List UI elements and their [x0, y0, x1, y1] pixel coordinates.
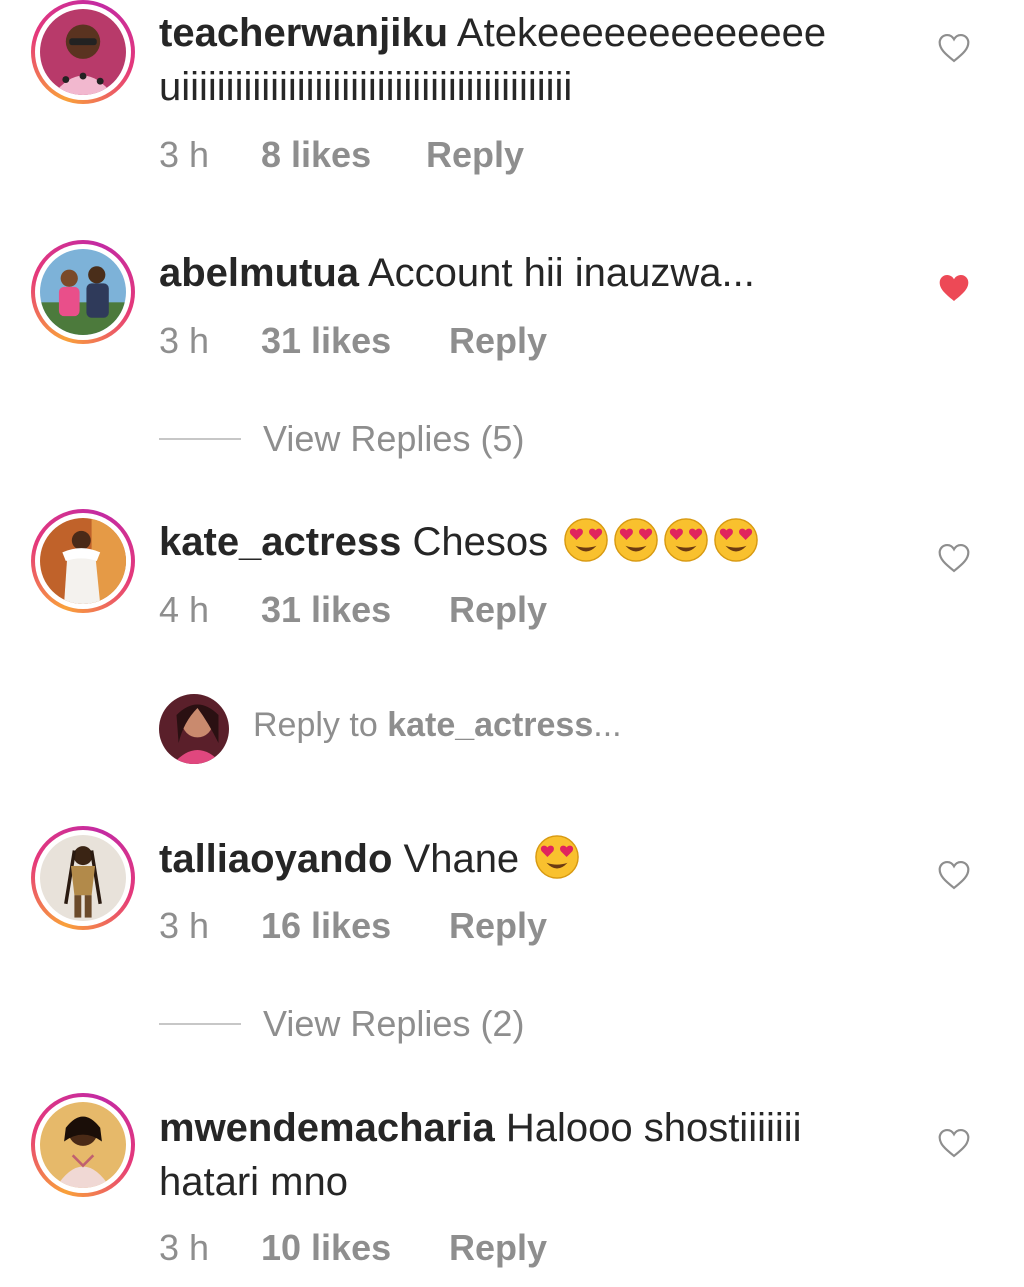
- comment-body: abelmutua Account hii inauzwa...: [159, 246, 899, 300]
- divider-line: [159, 1023, 241, 1025]
- likes-count[interactable]: 31 likes: [261, 588, 391, 632]
- heart-outline-icon[interactable]: [937, 860, 971, 890]
- heart-eyes-emoji: [713, 517, 759, 563]
- reply-button[interactable]: Reply: [426, 133, 524, 177]
- comment-time: 3 h: [159, 905, 210, 946]
- comment-text: Chesos: [412, 520, 549, 564]
- comment-time: 3 h: [159, 134, 210, 175]
- heart-eyes-emoji: [613, 517, 659, 563]
- heart-eyes-emoji: [663, 517, 709, 563]
- heart-eyes-emoji: [563, 517, 609, 563]
- profile-photo: [40, 518, 126, 604]
- heart-outline-icon[interactable]: [937, 543, 971, 573]
- view-replies-label: View Replies (2): [263, 1003, 525, 1044]
- heart-outline-icon[interactable]: [937, 33, 971, 63]
- username-link[interactable]: mwendemacharia: [159, 1106, 495, 1150]
- reply-button[interactable]: Reply: [449, 904, 547, 948]
- profile-photo: [40, 249, 126, 335]
- profile-photo: [40, 9, 126, 95]
- likes-count[interactable]: 31 likes: [261, 319, 391, 363]
- likes-count[interactable]: 8 likes: [261, 133, 371, 177]
- heart-eyes-emoji: [534, 834, 580, 880]
- reply-suffix: ...: [593, 706, 622, 744]
- comment-text: Vhane: [403, 837, 520, 881]
- reply-input-placeholder[interactable]: Reply to kate_actress...: [253, 706, 622, 745]
- avatar-talliaoyando[interactable]: [31, 826, 135, 930]
- reply-prefix: Reply to: [253, 706, 388, 744]
- likes-count[interactable]: 16 likes: [261, 904, 391, 948]
- reply-button[interactable]: Reply: [449, 319, 547, 363]
- heart-filled-icon[interactable]: [937, 273, 971, 303]
- comment-time: 3 h: [159, 1227, 210, 1268]
- divider-line: [159, 438, 241, 440]
- comment-body: kate_actress Chesos: [159, 515, 899, 569]
- avatar-kate-actress[interactable]: [31, 509, 135, 613]
- current-user-avatar: [159, 694, 229, 764]
- reply-composer[interactable]: Reply to kate_actress...: [159, 694, 759, 766]
- comment-text: Account hii inauzwa...: [367, 251, 755, 295]
- avatar-mwendemacharia[interactable]: [31, 1093, 135, 1197]
- profile-photo: [40, 1102, 126, 1188]
- username-link[interactable]: talliaoyando: [159, 837, 392, 881]
- avatar-teacherwanjiku[interactable]: [31, 0, 135, 104]
- username-link[interactable]: abelmutua: [159, 251, 359, 295]
- comment-body: teacherwanjiku Atekeeeeeeeeeeeee uiiiiii…: [159, 6, 899, 114]
- avatar-abelmutua[interactable]: [31, 240, 135, 344]
- reply-button[interactable]: Reply: [449, 588, 547, 632]
- profile-photo: [40, 835, 126, 921]
- reply-button[interactable]: Reply: [449, 1226, 547, 1270]
- username-link[interactable]: teacherwanjiku: [159, 11, 448, 55]
- heart-outline-icon[interactable]: [937, 1128, 971, 1158]
- comment-body: mwendemacharia Halooo shostiiiiiii hatar…: [159, 1101, 899, 1209]
- reply-target: kate_actress: [387, 706, 594, 744]
- view-replies-label: View Replies (5): [263, 418, 525, 459]
- likes-count[interactable]: 10 likes: [261, 1226, 391, 1270]
- comment-body: talliaoyando Vhane: [159, 832, 899, 886]
- username-link[interactable]: kate_actress: [159, 520, 401, 564]
- comment-time: 4 h: [159, 589, 210, 630]
- profile-photo: [159, 694, 229, 764]
- comment-time: 3 h: [159, 320, 210, 361]
